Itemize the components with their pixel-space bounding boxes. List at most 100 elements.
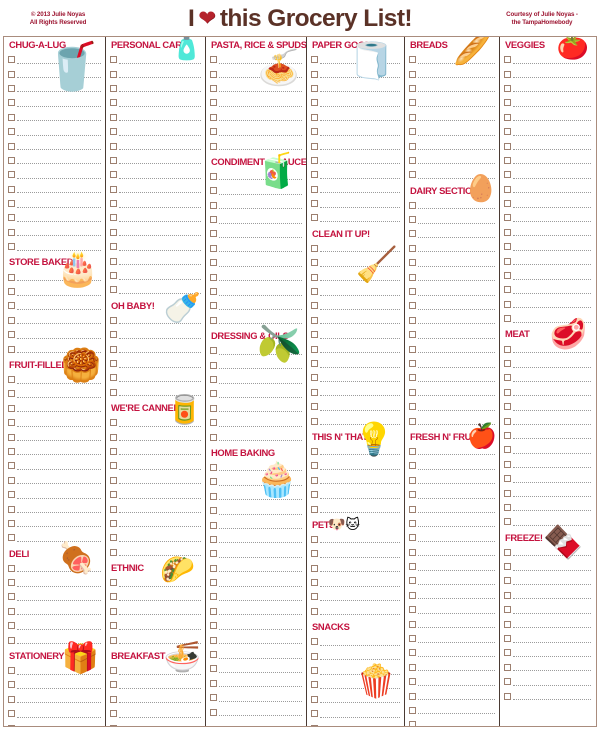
list-item[interactable] xyxy=(106,664,205,678)
checkbox[interactable] xyxy=(504,286,511,294)
checkbox[interactable] xyxy=(110,710,117,718)
checkbox[interactable] xyxy=(409,678,416,686)
checkbox[interactable] xyxy=(504,84,511,92)
write-in-line[interactable] xyxy=(218,714,302,717)
write-in-line[interactable] xyxy=(417,279,495,282)
checkbox[interactable] xyxy=(409,171,416,179)
list-item[interactable] xyxy=(206,139,306,153)
write-in-line[interactable] xyxy=(319,716,400,718)
list-item[interactable] xyxy=(500,603,595,617)
list-item[interactable] xyxy=(4,139,105,153)
write-in-line[interactable] xyxy=(319,351,400,354)
list-item[interactable] xyxy=(307,590,404,604)
checkbox[interactable] xyxy=(504,692,511,700)
list-item[interactable] xyxy=(4,125,105,139)
list-item[interactable] xyxy=(500,111,595,125)
checkbox[interactable] xyxy=(8,70,15,78)
checkbox[interactable] xyxy=(311,128,318,136)
write-in-line[interactable] xyxy=(118,425,201,427)
list-item[interactable] xyxy=(405,270,499,284)
checkbox[interactable] xyxy=(311,681,318,689)
checkbox[interactable] xyxy=(210,708,217,716)
checkbox[interactable] xyxy=(311,113,318,121)
write-in-line[interactable] xyxy=(118,206,201,208)
list-item[interactable] xyxy=(500,298,595,312)
checkbox[interactable] xyxy=(311,593,318,601)
checkbox[interactable] xyxy=(409,548,416,556)
write-in-line[interactable] xyxy=(218,541,302,544)
list-item[interactable] xyxy=(206,373,306,387)
write-in-line[interactable] xyxy=(319,482,400,485)
list-item[interactable] xyxy=(106,590,205,604)
write-in-line[interactable] xyxy=(512,394,591,397)
list-item[interactable] xyxy=(4,590,105,604)
write-in-line[interactable] xyxy=(16,90,101,93)
write-in-line[interactable] xyxy=(319,556,400,558)
list-item[interactable] xyxy=(307,576,404,590)
write-in-line[interactable] xyxy=(16,177,101,179)
checkbox[interactable] xyxy=(311,244,318,252)
checkbox[interactable] xyxy=(311,200,318,208)
checkbox[interactable] xyxy=(8,288,15,296)
list-item[interactable] xyxy=(106,357,205,371)
checkbox[interactable] xyxy=(110,142,117,150)
checkbox[interactable] xyxy=(504,214,511,222)
checkbox[interactable] xyxy=(210,142,217,150)
list-item[interactable] xyxy=(307,488,404,502)
write-in-line[interactable] xyxy=(218,642,302,645)
checkbox[interactable] xyxy=(311,724,318,726)
list-item[interactable] xyxy=(307,562,404,576)
write-in-line[interactable] xyxy=(218,671,302,673)
list-item[interactable] xyxy=(206,344,306,358)
list-item[interactable] xyxy=(206,416,306,430)
write-in-line[interactable] xyxy=(118,673,201,675)
checkbox[interactable] xyxy=(409,345,416,353)
checkbox[interactable] xyxy=(311,56,318,64)
checkbox[interactable] xyxy=(504,417,511,425)
checkbox[interactable] xyxy=(110,491,117,499)
list-item[interactable] xyxy=(500,183,595,197)
checkbox[interactable] xyxy=(8,607,15,615)
checkbox[interactable] xyxy=(110,419,117,427)
write-in-line[interactable] xyxy=(16,425,101,427)
checkbox[interactable] xyxy=(311,667,318,675)
write-in-line[interactable] xyxy=(218,178,302,181)
checkbox[interactable] xyxy=(311,403,318,411)
checkbox[interactable] xyxy=(110,185,117,193)
list-item[interactable] xyxy=(4,474,105,488)
list-item[interactable] xyxy=(307,459,404,473)
list-item[interactable] xyxy=(4,211,105,225)
checkbox[interactable] xyxy=(311,462,318,470)
list-item[interactable] xyxy=(307,693,404,707)
checkbox[interactable] xyxy=(504,185,511,193)
checkbox[interactable] xyxy=(504,142,511,150)
list-item[interactable] xyxy=(4,270,105,284)
write-in-line[interactable] xyxy=(16,540,101,542)
checkbox[interactable] xyxy=(409,273,416,281)
checkbox[interactable] xyxy=(8,433,15,441)
checkbox[interactable] xyxy=(409,388,416,396)
checkbox[interactable] xyxy=(409,462,416,470)
checkbox[interactable] xyxy=(8,462,15,470)
list-item[interactable] xyxy=(4,285,105,299)
list-item[interactable] xyxy=(206,518,306,532)
write-in-line[interactable] xyxy=(417,684,495,686)
checkbox[interactable] xyxy=(210,128,217,136)
write-in-line[interactable] xyxy=(118,716,201,718)
list-item[interactable] xyxy=(206,677,306,691)
write-in-line[interactable] xyxy=(118,351,201,354)
write-in-line[interactable] xyxy=(319,134,400,136)
list-item[interactable] xyxy=(405,400,499,414)
list-item[interactable] xyxy=(4,488,105,502)
checkbox[interactable] xyxy=(8,404,15,412)
list-item[interactable] xyxy=(206,111,306,125)
list-item[interactable] xyxy=(500,632,595,646)
write-in-line[interactable] xyxy=(16,148,101,151)
checkbox[interactable] xyxy=(8,390,15,398)
list-item[interactable] xyxy=(500,501,595,515)
write-in-line[interactable] xyxy=(417,148,495,151)
write-in-line[interactable] xyxy=(118,701,201,704)
write-in-line[interactable] xyxy=(218,76,302,79)
write-in-line[interactable] xyxy=(16,701,101,704)
checkbox[interactable] xyxy=(210,316,217,324)
